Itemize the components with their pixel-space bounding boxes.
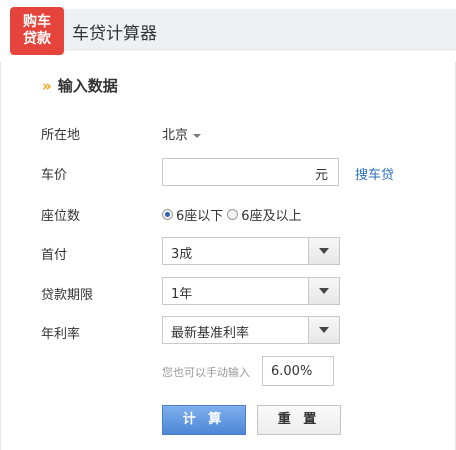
loan-term-label: 贷款期限 (41, 288, 94, 303)
page-title: 车贷计算器 (72, 24, 157, 44)
double-arrow-icon: » (42, 77, 52, 95)
dropdown-arrow-icon[interactable] (308, 238, 339, 264)
down-payment-select[interactable]: 3成 (162, 237, 340, 265)
caret-down-icon (193, 133, 202, 138)
city-selector[interactable]: 北京 (162, 124, 202, 143)
calculate-button[interactable]: 计 算 (162, 405, 246, 435)
down-payment-label: 首付 (41, 248, 68, 263)
seats-option-label: 6座以下 (176, 209, 224, 224)
section-title-text: 输入数据 (57, 77, 118, 95)
price-unit: 元 (314, 168, 328, 183)
location-label: 所在地 (41, 128, 81, 143)
loan-term-value: 1年 (171, 287, 193, 302)
badge-line-1: 购车 (23, 14, 51, 30)
annual-rate-label: 年利率 (41, 327, 81, 342)
car-loan-badge: 购车 贷款 (10, 7, 64, 55)
dropdown-arrow-icon[interactable] (308, 317, 339, 343)
section-title: » 输入数据 (42, 75, 118, 96)
car-price-field: 元 (162, 158, 339, 186)
seats-option-label: 6座及以上 (241, 209, 302, 224)
seats-option-under-6[interactable]: 6座以下 (162, 205, 223, 224)
city-value: 北京 (162, 128, 189, 143)
loan-term-select[interactable]: 1年 (162, 277, 340, 305)
search-car-loan-link[interactable]: 搜车贷 (355, 164, 394, 183)
annual-rate-select[interactable]: 最新基准利率 (162, 316, 340, 344)
header: 购车 贷款 车贷计算器 (0, 0, 456, 62)
radio-checked-icon[interactable] (162, 209, 173, 220)
car-price-label: 车价 (41, 168, 68, 183)
reset-button[interactable]: 重 置 (257, 405, 341, 435)
dropdown-arrow-icon[interactable] (308, 278, 339, 304)
manual-rate-field (262, 356, 334, 386)
seats-radio-group: 6座以下 6座及以上 (162, 205, 306, 224)
badge-line-2: 贷款 (23, 31, 51, 47)
down-payment-value: 3成 (171, 247, 193, 262)
annual-rate-value: 最新基准利率 (171, 326, 250, 341)
manual-rate-hint: 您也可以手动输入 (162, 366, 250, 379)
seats-option-6-plus[interactable]: 6座及以上 (227, 205, 302, 224)
seats-label: 座位数 (41, 209, 81, 224)
radio-unchecked-icon[interactable] (227, 209, 239, 220)
car-price-input[interactable] (163, 159, 320, 185)
manual-rate-input[interactable] (263, 357, 333, 385)
